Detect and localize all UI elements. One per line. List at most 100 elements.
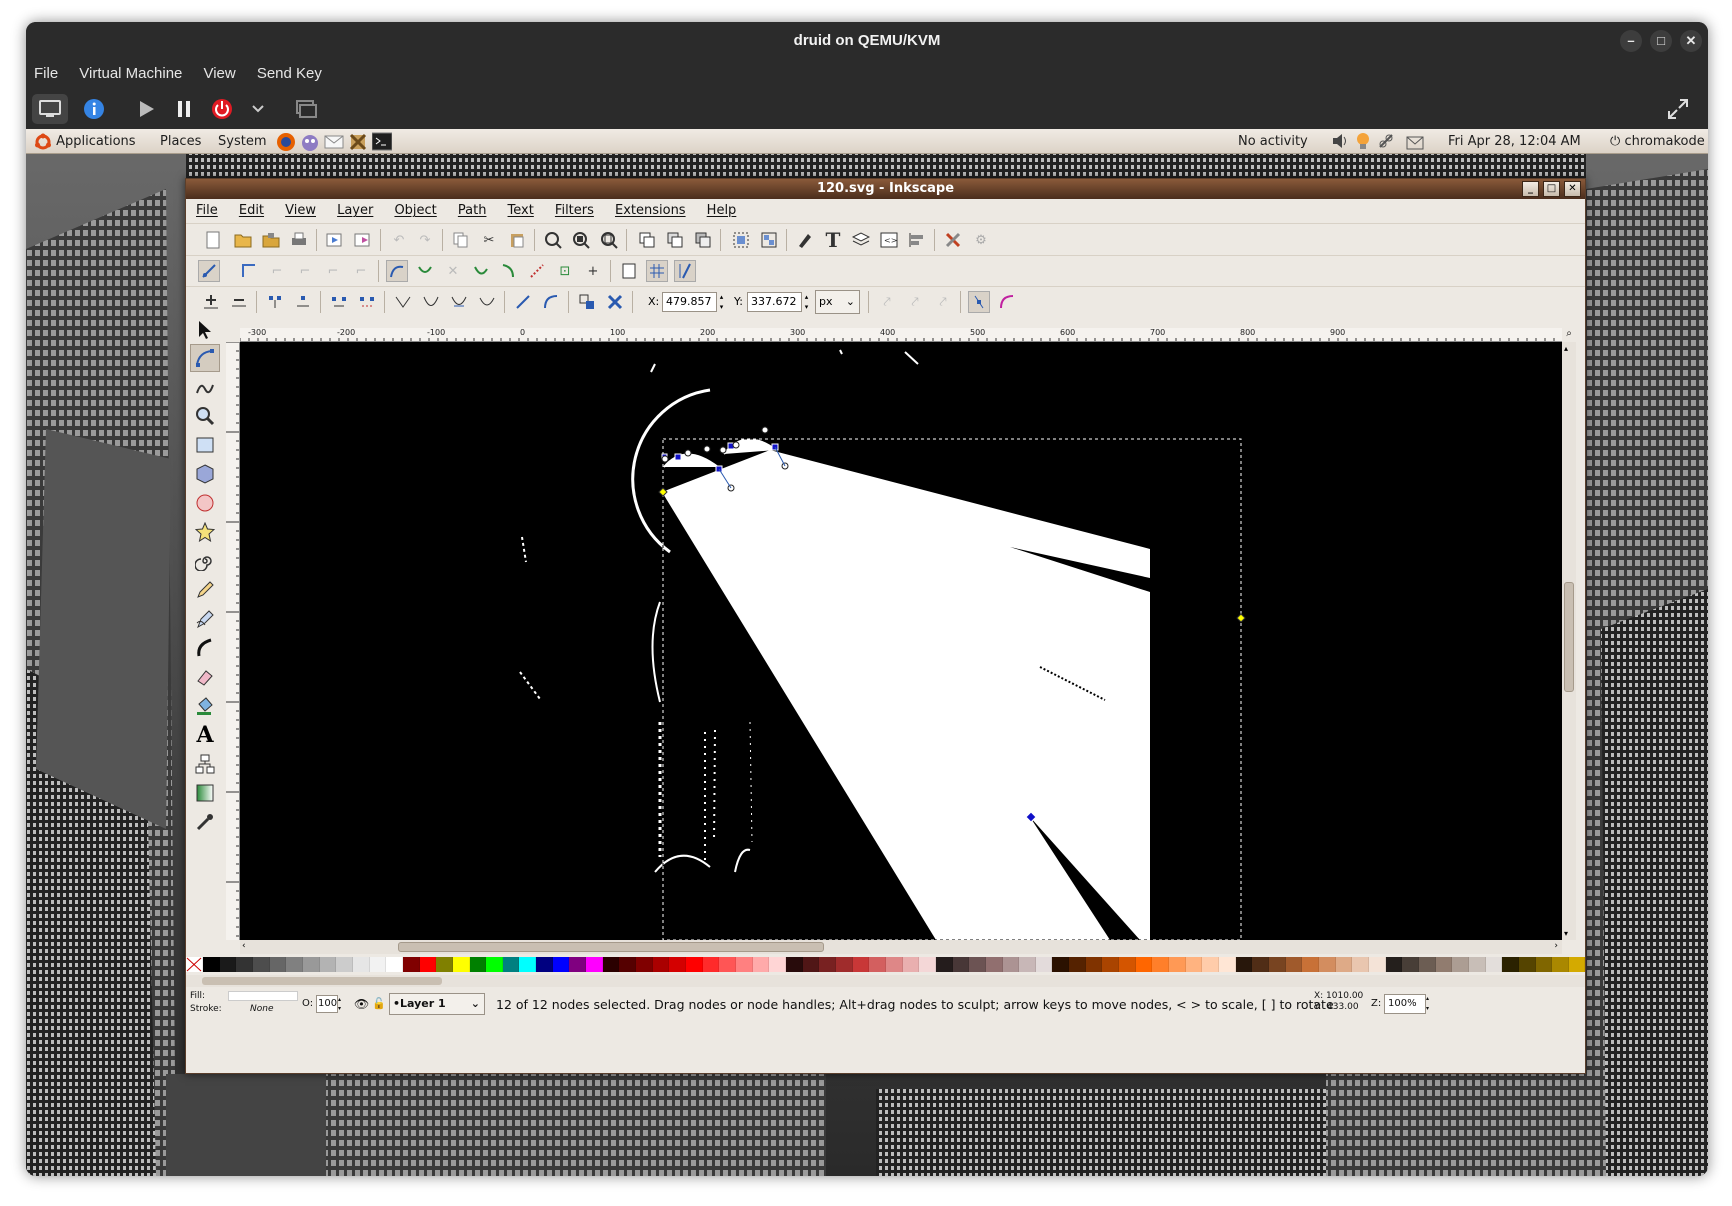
join-nodes-icon[interactable]	[264, 291, 286, 313]
color-swatch[interactable]	[669, 957, 687, 972]
menu-view[interactable]: View	[285, 199, 316, 223]
snap-cusp-icon[interactable]	[470, 260, 492, 282]
vm-menu-view[interactable]: View	[203, 59, 235, 89]
color-swatch[interactable]	[1252, 957, 1269, 972]
3d-box-tool[interactable]	[190, 460, 220, 488]
color-swatch[interactable]	[736, 957, 753, 972]
pencil-tool[interactable]	[190, 576, 220, 604]
places-menu[interactable]: Places	[160, 129, 201, 154]
zoom-drawing-icon[interactable]	[570, 229, 592, 251]
color-swatch[interactable]	[569, 957, 587, 972]
color-swatch[interactable]	[1235, 957, 1253, 972]
color-swatch[interactable]	[352, 957, 370, 972]
color-swatch[interactable]	[519, 957, 537, 972]
color-swatch[interactable]	[1518, 957, 1536, 972]
dropper-tool[interactable]	[190, 808, 220, 836]
color-swatch[interactable]	[269, 957, 287, 972]
color-swatch[interactable]	[969, 957, 986, 972]
applications-menu[interactable]: Applications	[34, 129, 136, 154]
user-menu[interactable]: ⏻ chromakode	[1610, 129, 1705, 154]
document-properties-icon[interactable]: ⚙	[970, 229, 992, 251]
color-swatch[interactable]	[1402, 957, 1419, 972]
snap-bbox-midpoint-icon[interactable]: ⌐	[322, 260, 344, 282]
color-swatch[interactable]	[636, 957, 653, 972]
color-swatch[interactable]	[369, 957, 387, 972]
clock[interactable]: Fri Apr 28, 12:04 AM	[1448, 129, 1581, 154]
cusp-node-icon[interactable]	[392, 291, 414, 313]
layer-select[interactable]: •Layer 1 ⌄	[389, 993, 485, 1015]
color-swatch[interactable]	[1085, 957, 1103, 972]
shutdown-button[interactable]	[204, 94, 240, 124]
color-swatch[interactable]	[1418, 957, 1436, 972]
align-distribute-icon[interactable]	[906, 229, 928, 251]
xml-editor-icon[interactable]: <>	[878, 229, 900, 251]
color-swatch[interactable]	[252, 957, 270, 972]
scroll-down-icon[interactable]: ▾	[1564, 929, 1568, 938]
undo-icon[interactable]: ↶	[388, 229, 410, 251]
run-button[interactable]	[128, 94, 164, 124]
color-swatch[interactable]	[1019, 957, 1036, 972]
details-view-button[interactable]	[76, 94, 112, 124]
ungroup-icon[interactable]	[758, 229, 780, 251]
snap-bbox-icon[interactable]	[238, 260, 260, 282]
color-swatch[interactable]	[1269, 957, 1286, 972]
no-paint-swatch[interactable]	[186, 957, 203, 972]
color-swatch[interactable]	[869, 957, 886, 972]
auto-smooth-node-icon[interactable]	[476, 291, 498, 313]
show-mask-icon[interactable]: ⤤	[932, 291, 954, 313]
scroll-right-icon[interactable]: ›	[1554, 941, 1558, 951]
unit-select[interactable]: px ⌄	[815, 290, 860, 314]
duplicate-icon[interactable]	[636, 229, 658, 251]
close-icon[interactable]: ✕	[1680, 30, 1702, 52]
lock-icon[interactable]: 🔓	[372, 997, 386, 1010]
vm-menu-file[interactable]: File	[34, 59, 58, 89]
layers-icon[interactable]	[850, 229, 872, 251]
color-swatch[interactable]	[502, 957, 520, 972]
smooth-node-icon[interactable]	[420, 291, 442, 313]
color-swatch[interactable]	[1302, 957, 1319, 972]
color-swatch[interactable]	[602, 957, 620, 972]
snap-nodes-icon[interactable]	[386, 260, 408, 282]
maximize-icon[interactable]: □	[1650, 30, 1672, 52]
menu-text[interactable]: Text	[508, 199, 534, 223]
color-swatch[interactable]	[436, 957, 453, 972]
color-swatch[interactable]	[835, 957, 853, 972]
spiral-tool[interactable]	[190, 547, 220, 575]
color-swatch[interactable]	[1552, 957, 1569, 972]
delete-segment-icon[interactable]	[356, 291, 378, 313]
insert-node-icon[interactable]	[200, 291, 222, 313]
tweak-tool[interactable]	[190, 373, 220, 401]
paste-icon[interactable]	[506, 229, 528, 251]
pause-button[interactable]	[166, 94, 202, 124]
clone-icon[interactable]	[664, 229, 686, 251]
symmetric-node-icon[interactable]	[448, 291, 470, 313]
shutdown-menu-button[interactable]	[240, 94, 276, 124]
delete-node-icon[interactable]	[228, 291, 250, 313]
fill-stroke-icon[interactable]	[794, 229, 816, 251]
color-swatch[interactable]	[1435, 957, 1453, 972]
opacity-input[interactable]: 100	[316, 995, 338, 1013]
color-swatch[interactable]	[702, 957, 720, 972]
group-icon[interactable]	[730, 229, 752, 251]
color-swatch[interactable]	[1352, 957, 1369, 972]
color-swatch[interactable]	[935, 957, 953, 972]
vm-menu-virtual-machine[interactable]: Virtual Machine	[79, 59, 182, 89]
snap-intersections-icon[interactable]: ✕	[442, 260, 464, 282]
color-swatch[interactable]	[1219, 957, 1236, 972]
zoom-corner-icon[interactable]: ⌕	[1562, 328, 1576, 342]
palette-scroll-thumb[interactable]	[202, 977, 442, 985]
text-font-icon[interactable]: T	[822, 228, 844, 252]
open-icon[interactable]	[232, 229, 254, 251]
gradient-tool[interactable]	[190, 779, 220, 807]
vm-menu-send-key[interactable]: Send Key	[257, 59, 322, 89]
color-swatch[interactable]	[769, 957, 786, 972]
horizontal-scroll-thumb[interactable]	[398, 942, 824, 952]
color-swatch[interactable]	[1002, 957, 1020, 972]
color-swatch[interactable]	[1202, 957, 1220, 972]
tools-launcher[interactable]	[348, 132, 368, 161]
join-segment-icon[interactable]	[328, 291, 350, 313]
update-notifier-icon[interactable]	[1354, 132, 1372, 159]
pen-tool[interactable]	[190, 605, 220, 633]
color-swatch[interactable]	[1035, 957, 1053, 972]
color-swatch[interactable]	[336, 957, 353, 972]
